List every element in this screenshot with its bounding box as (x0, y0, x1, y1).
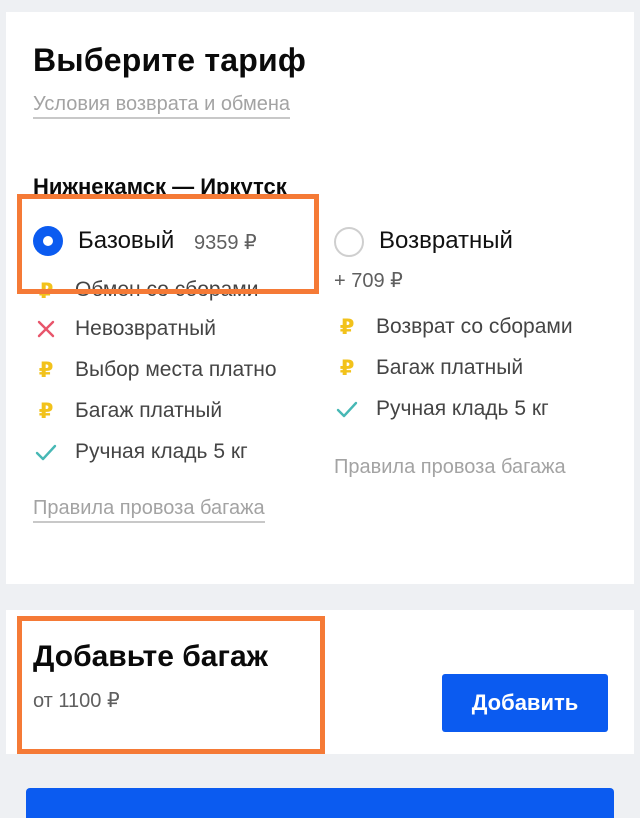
baggage-rules-link[interactable]: Правила провоза багажа (33, 496, 265, 523)
bottom-action-button[interactable] (26, 788, 614, 818)
check-icon (33, 439, 59, 465)
feature-row: Ручная кладь 5 кг (33, 437, 323, 469)
tariff-name-refundable: Возвратный (379, 227, 513, 254)
feature-row: ₽ Возврат со сборами (334, 312, 624, 344)
ruble-icon: ₽ (38, 358, 54, 382)
feature-text: Багаж платный (75, 399, 223, 422)
route-label: Нижнекамск — Иркутск (33, 174, 287, 199)
baggage-price: от 1100 ₽ (33, 690, 120, 712)
check-icon (334, 396, 360, 422)
tariff-option-basic[interactable]: Базовый 9359 ₽ (26, 216, 316, 272)
tariff-option-refundable[interactable]: Возвратный + 709 ₽ (328, 222, 618, 302)
ruble-icon: ₽ (339, 356, 355, 380)
ruble-icon: ₽ (38, 279, 54, 303)
feature-row: ₽ Багаж платный (334, 353, 624, 385)
tariff-price-refundable: + 709 ₽ (334, 270, 403, 292)
ruble-icon: ₽ (38, 399, 54, 423)
feature-text: Невозвратный (75, 317, 216, 340)
feature-text: Багаж платный (376, 356, 524, 379)
ruble-icon: ₽ (339, 315, 355, 339)
feature-text: Выбор места платно (75, 358, 277, 381)
tariff-name-basic: Базовый (78, 227, 175, 254)
tariff-title: Выберите тариф (33, 42, 307, 78)
cross-icon (33, 316, 59, 342)
tariff-price-basic: 9359 ₽ (194, 232, 257, 254)
feature-text: Возврат со сборами (376, 315, 573, 338)
add-baggage-button[interactable]: Добавить (442, 674, 608, 732)
feature-row: ₽ Багаж платный (33, 396, 323, 428)
feature-row: ₽ Выбор места платно (33, 355, 323, 387)
tariff-card: Выберите тариф Условия возврата и обмена… (6, 12, 634, 584)
baggage-rules-link[interactable]: Правила провоза багажа (334, 456, 566, 479)
radio-unselected-icon[interactable] (334, 227, 364, 257)
baggage-title: Добавьте багаж (33, 640, 268, 673)
feature-row: Невозвратный (33, 314, 323, 346)
refund-conditions-link[interactable]: Условия возврата и обмена (33, 92, 290, 119)
feature-text: Обмен со сборами (75, 278, 259, 301)
feature-row: Ручная кладь 5 кг (334, 394, 624, 426)
baggage-card: Добавьте багаж от 1100 ₽ Добавить (6, 610, 634, 754)
feature-row: ₽ Обмен со сборами (33, 270, 323, 306)
radio-selected-icon[interactable] (33, 226, 63, 256)
feature-text: Ручная кладь 5 кг (376, 397, 549, 420)
feature-text: Ручная кладь 5 кг (75, 440, 248, 463)
